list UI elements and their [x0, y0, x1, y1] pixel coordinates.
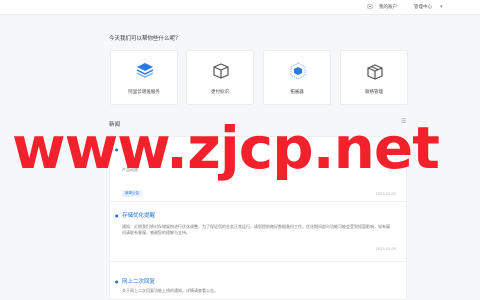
admin-center-link[interactable]: 管理中心	[414, 4, 432, 11]
divider	[110, 261, 408, 262]
news-item-tag[interactable]: 新闻公告	[122, 190, 142, 197]
news-item-date: 2023-01-05	[375, 192, 396, 196]
account-menu[interactable]: 我的账户	[379, 4, 397, 11]
top-bar: ✉ 我的账户 管理中心 ▾	[0, 0, 480, 15]
news-item-title[interactable]: 存储优化提醒	[122, 211, 155, 219]
news-item-body: 关于网上二次回复功能上线的通知，详情请查看公告。	[122, 288, 218, 293]
bullet-icon: ●	[115, 279, 119, 284]
card-extender[interactable]: 拓展器	[263, 50, 331, 105]
card-label: 更付标识	[211, 90, 229, 95]
card-value-added-service[interactable]: 阿里云增值服务	[110, 50, 178, 105]
layers-icon	[136, 63, 154, 78]
package-icon	[367, 64, 383, 80]
notification-icon[interactable]: ✉	[367, 4, 373, 11]
card-payment-id[interactable]: 更付标识	[186, 50, 254, 105]
page-question: 今天我们可以帮你些什么呢？	[109, 36, 181, 42]
card-label: 联络管理	[365, 90, 383, 95]
news-item-body: 通知：近期我们将对存储架构进行优化调整，为了保证您的业务正常运行，请您提前做好数…	[122, 224, 390, 235]
card-label: 拓展器	[290, 90, 304, 95]
chevron-down-icon[interactable]: ▾	[440, 4, 443, 11]
bullet-icon: ●	[115, 213, 119, 218]
box-icon	[213, 63, 229, 79]
watermark: www.zjcp.net	[12, 114, 440, 182]
hex-icon	[290, 62, 306, 80]
news-item-date: 2023-01-05	[375, 247, 396, 251]
news-item-title[interactable]: 网上二次回复	[122, 277, 155, 285]
divider	[110, 201, 408, 202]
card-label: 阿里云增值服务	[128, 90, 160, 95]
card-contact-management[interactable]: 联络管理	[340, 50, 408, 105]
